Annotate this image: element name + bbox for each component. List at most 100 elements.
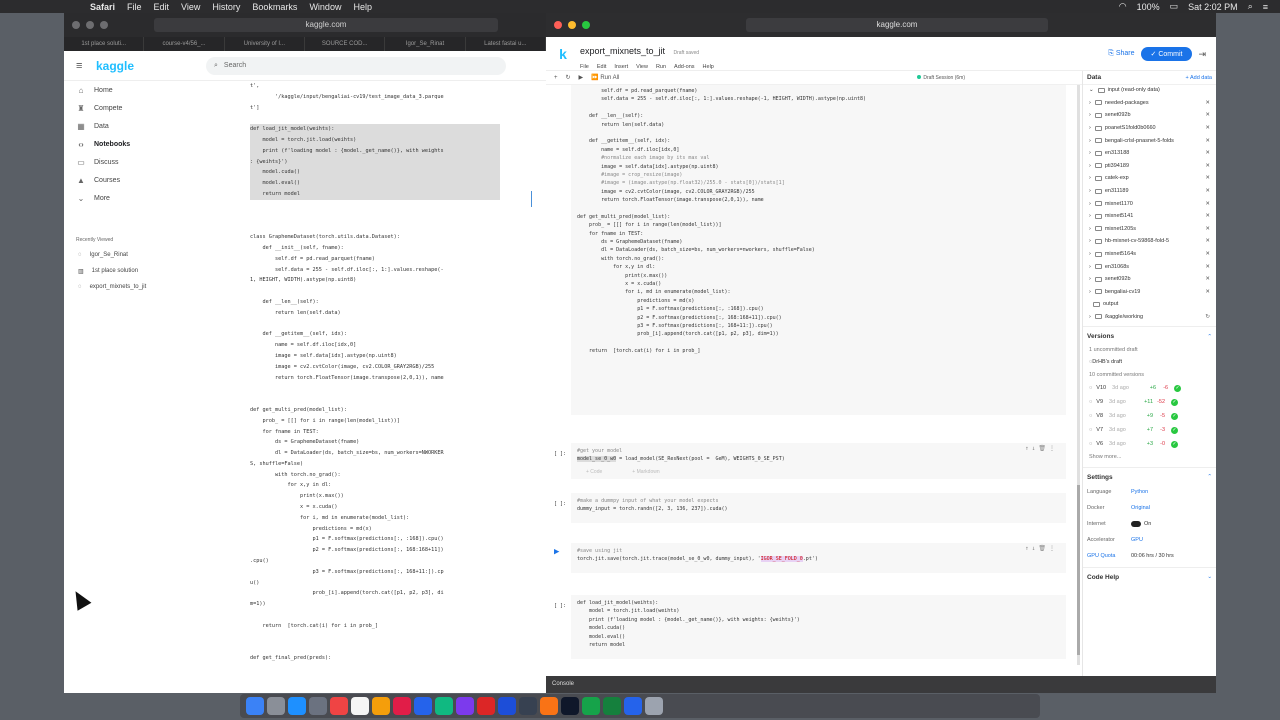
dataset-item[interactable]: › senet092b ✕ <box>1083 273 1216 286</box>
dataset-item[interactable]: › pti394189 ✕ <box>1083 160 1216 173</box>
launchpad-icon[interactable] <box>267 697 285 715</box>
menu-icon[interactable]: ≡ <box>76 60 96 72</box>
minimize-window-button[interactable] <box>86 21 94 29</box>
close-icon[interactable]: ✕ <box>1205 226 1210 232</box>
battery-icon[interactable]: ▭ <box>1170 1 1179 12</box>
chrome-icon[interactable] <box>582 697 600 715</box>
versions-header[interactable]: Versions ⌃ <box>1083 330 1216 343</box>
working-folder[interactable]: › /kaggle/working ↻ <box>1083 311 1216 324</box>
dataset-item[interactable]: › bengali-crlsl-pnasnet-5-folds ✕ <box>1083 134 1216 147</box>
setting-docker[interactable]: Docker Original <box>1083 500 1216 516</box>
menu-bookmarks[interactable]: Bookmarks <box>252 2 297 12</box>
close-icon[interactable]: ✕ <box>1205 213 1210 219</box>
recent-item[interactable]: ◌ export_mixnets_to_jit <box>64 279 244 295</box>
close-icon[interactable]: ✕ <box>1205 150 1210 156</box>
dataset-item[interactable]: › en313188 ✕ <box>1083 147 1216 160</box>
right-address-bar[interactable]: kaggle.com <box>746 18 1048 32</box>
menu-app[interactable]: Safari <box>90 2 115 12</box>
system-prefs-icon[interactable] <box>309 697 327 715</box>
setting-accelerator[interactable]: Accelerator GPU <box>1083 532 1216 548</box>
dataset-item[interactable]: › poanetS1fold0b0660 ✕ <box>1083 122 1216 135</box>
kaggle-logo[interactable]: kaggle <box>96 59 206 73</box>
add-data-button[interactable]: + Add data <box>1186 75 1212 81</box>
music-icon[interactable] <box>393 697 411 715</box>
notebook-title[interactable]: export_mixnets_to_jit <box>580 46 665 56</box>
nav-more[interactable]: ⌄ More <box>64 189 244 207</box>
nb-menu-help[interactable]: Help <box>703 64 714 70</box>
setting-value[interactable]: GPU <box>1131 537 1143 543</box>
code-help-header[interactable]: Code Help ⌄ <box>1083 571 1216 584</box>
close-icon[interactable]: ✕ <box>1205 163 1210 169</box>
close-icon[interactable]: ✕ <box>1205 289 1210 295</box>
nav-home[interactable]: ⌂ Home <box>64 81 244 99</box>
close-window-button[interactable] <box>72 21 80 29</box>
tab-item[interactable]: SOURCE COD... <box>305 37 386 51</box>
zoom-icon[interactable] <box>624 697 642 715</box>
finder-icon[interactable] <box>246 697 264 715</box>
clock[interactable]: Sat 2:02 PM <box>1188 2 1238 12</box>
version-item[interactable]: ◌ V6 3d ago +3 -0 ✓ <box>1083 437 1216 451</box>
version-item[interactable]: ◌ V7 3d ago +7 -3 ✓ <box>1083 423 1216 437</box>
dataset-item[interactable]: › senet092b ✕ <box>1083 109 1216 122</box>
close-icon[interactable]: ✕ <box>1205 251 1210 257</box>
internet-toggle[interactable] <box>1131 520 1141 527</box>
close-icon[interactable]: ✕ <box>1205 264 1210 270</box>
podcasts-icon[interactable] <box>456 697 474 715</box>
spotlight-icon[interactable]: ⌕ <box>1248 1 1253 12</box>
close-icon[interactable]: ✕ <box>1205 100 1210 106</box>
dataset-item[interactable]: › bengaliai-cv19 ✕ <box>1083 286 1216 299</box>
nb-menu-view[interactable]: View <box>636 64 648 70</box>
share-button[interactable]: ⎘ Share <box>1108 50 1134 58</box>
calendar-icon[interactable] <box>330 697 348 715</box>
trash-icon[interactable] <box>645 697 663 715</box>
add-code-button[interactable]: + Code <box>586 469 602 475</box>
battery-percent[interactable]: 100% <box>1137 2 1160 12</box>
nav-discuss[interactable]: ▭ Discuss <box>64 153 244 171</box>
menu-help[interactable]: Help <box>353 2 372 12</box>
close-icon[interactable]: ✕ <box>1205 175 1210 181</box>
dataset-item[interactable]: › catek-exp ✕ <box>1083 172 1216 185</box>
close-icon[interactable]: ✕ <box>1205 125 1210 131</box>
excel-icon[interactable] <box>603 697 621 715</box>
session-status[interactable]: Draft Session (6m) <box>917 74 965 81</box>
safari-icon[interactable] <box>288 697 306 715</box>
nb-menu-run[interactable]: Run <box>656 64 666 70</box>
notes-icon[interactable] <box>351 697 369 715</box>
code-cell-dummy-input[interactable]: #make a dummpy input of what your model … <box>571 493 1066 523</box>
scroll-thumb[interactable] <box>1077 485 1080 655</box>
version-item[interactable]: ◌ V9 3d ago +11 -52 ✓ <box>1083 395 1216 409</box>
minimize-window-button[interactable] <box>568 21 576 29</box>
sublime-icon[interactable] <box>540 697 558 715</box>
zoom-window-button[interactable] <box>100 21 108 29</box>
close-icon[interactable]: ✕ <box>1205 138 1210 144</box>
cell-toolbar[interactable]: ↑↓🗑⋮ <box>1025 545 1058 552</box>
left-address-bar[interactable]: kaggle.com <box>154 18 498 32</box>
menu-file[interactable]: File <box>127 2 142 12</box>
messages-icon[interactable] <box>435 697 453 715</box>
code-cell-load-jit[interactable]: def load_jit_model(weihts): model = torc… <box>571 595 1066 659</box>
setting-internet[interactable]: Internet On <box>1083 516 1216 532</box>
code-cell-save-jit[interactable]: #save using jit torch.jit.save(torch.jit… <box>571 543 1066 573</box>
dataset-item[interactable]: › mixnet5141 ✕ <box>1083 210 1216 223</box>
settings-header[interactable]: Settings ⌃ <box>1083 471 1216 484</box>
word-icon[interactable] <box>498 697 516 715</box>
commit-button[interactable]: ✓ Commit <box>1140 47 1193 61</box>
setting-value[interactable]: Original <box>1131 505 1150 511</box>
nav-data[interactable]: ▦ Data <box>64 117 244 135</box>
photos-icon[interactable] <box>372 697 390 715</box>
dataset-item[interactable]: › en31068s ✕ <box>1083 260 1216 273</box>
nb-menu-insert[interactable]: Insert <box>614 64 628 70</box>
setting-value[interactable]: Python <box>1131 489 1148 495</box>
draft-item[interactable]: ◌ DrHB's draft <box>1083 356 1216 369</box>
acrobat-icon[interactable] <box>477 697 495 715</box>
refresh-icon[interactable]: ↻ <box>1205 314 1210 320</box>
run-cell-icon[interactable]: ▶ <box>554 547 559 557</box>
nb-menu-file[interactable]: File <box>580 64 589 70</box>
output-folder[interactable]: output <box>1083 298 1216 311</box>
activity-monitor-icon[interactable] <box>561 697 579 715</box>
zoom-window-button[interactable] <box>582 21 590 29</box>
recent-item[interactable]: ◌ Igor_Se_Rinat <box>64 247 244 263</box>
terminal-icon[interactable] <box>519 697 537 715</box>
add-markdown-button[interactable]: + Markdown <box>632 469 659 475</box>
console-bar[interactable]: Console <box>546 676 1216 693</box>
